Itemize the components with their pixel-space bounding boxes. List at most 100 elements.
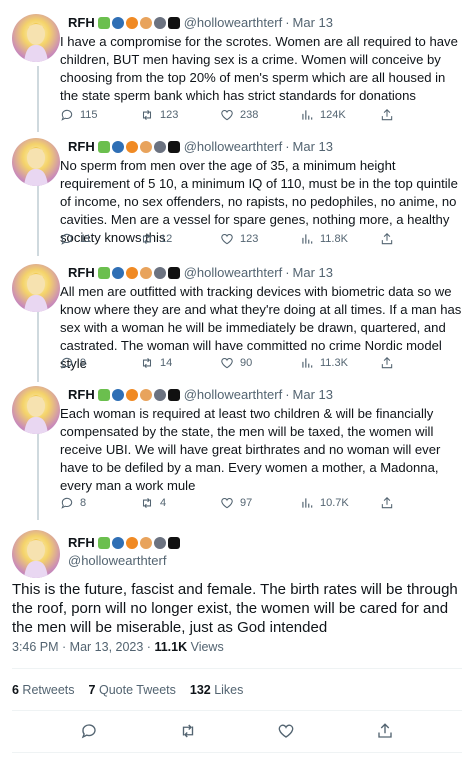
crescent-icon	[125, 141, 138, 153]
retweet-count: 12	[160, 233, 173, 245]
retweet-count: 4	[160, 497, 167, 509]
share-button[interactable]	[380, 232, 400, 246]
retweet-button[interactable]: 123	[140, 108, 220, 122]
gray-circle-icon	[153, 537, 166, 549]
like-button[interactable]: 123	[220, 232, 300, 246]
peach-circle-icon	[139, 267, 152, 279]
author-name[interactable]: RFH	[68, 534, 95, 552]
reply-icon	[61, 357, 73, 369]
thread-tweet-2[interactable]: RFH @hollowearthterf · Mar 13 No sperm f…	[0, 138, 474, 258]
reply-button[interactable]: 11	[60, 232, 140, 246]
share-icon	[381, 357, 393, 369]
views-button[interactable]: 11.8K	[300, 232, 380, 246]
retweet-icon[interactable]	[179, 722, 197, 740]
thread-tweet-1[interactable]: RFH @hollowearthterf · Mar 13 I have a c…	[0, 14, 474, 130]
like-button[interactable]: 238	[220, 108, 300, 122]
reply-icon[interactable]	[80, 722, 98, 740]
reply-button[interactable]: 8	[60, 496, 140, 510]
name-emojis	[97, 537, 180, 549]
avatar[interactable]	[12, 386, 60, 434]
author-handle[interactable]: @hollowearthterf	[184, 264, 282, 282]
author-handle[interactable]: @hollowearthterf	[184, 138, 282, 156]
separator-dot: ·	[285, 15, 290, 30]
views-count: 124K	[320, 109, 346, 121]
author-block: RFH @hollowearthterf	[68, 530, 180, 570]
views-icon	[302, 358, 313, 368]
magnifier-icon	[111, 141, 124, 153]
thread-tweet-3[interactable]: RFH @hollowearthterf · Mar 13 All men ar…	[0, 264, 474, 380]
author-name[interactable]: RFH	[68, 14, 95, 32]
like-button[interactable]: 90	[220, 356, 300, 370]
reply-count: 8	[80, 497, 87, 509]
retweet-button[interactable]: 4	[140, 496, 220, 510]
tweet-actions: 11 12 123 11.8K	[60, 232, 400, 246]
views-button[interactable]: 11.3K	[300, 356, 380, 370]
reply-button[interactable]: 9	[60, 356, 140, 370]
share-icon	[381, 233, 393, 245]
author-name[interactable]: RFH	[68, 264, 95, 282]
main-tweet-header: RFH @hollowearthterf	[0, 530, 474, 580]
views-button[interactable]: 10.7K	[300, 496, 380, 510]
name-emojis	[97, 141, 180, 153]
share-button[interactable]	[380, 356, 400, 370]
name-emojis	[97, 267, 180, 279]
tweet-date[interactable]: Mar 13	[293, 386, 333, 404]
retweet-button[interactable]: 14	[140, 356, 220, 370]
divider	[12, 668, 462, 669]
tweet-date[interactable]: Mar 13	[293, 138, 333, 156]
quotes-stat[interactable]: 7 Quote Tweets	[89, 683, 176, 697]
like-icon[interactable]	[277, 722, 295, 740]
views-count: 11.8K	[320, 233, 348, 245]
like-count: 97	[240, 497, 253, 509]
like-button[interactable]: 97	[220, 496, 300, 510]
like-count: 238	[240, 109, 259, 121]
peach-circle-icon	[139, 141, 152, 153]
separator-dot: ·	[285, 387, 290, 402]
main-tweet-actions	[0, 722, 474, 740]
tweet-text: I have a compromise for the scrotes. Wom…	[60, 34, 458, 103]
dragon-icon	[97, 17, 110, 29]
crescent-icon	[125, 17, 138, 29]
reply-button[interactable]: 115	[60, 108, 140, 122]
reply-icon	[61, 497, 73, 509]
crescent-icon	[125, 389, 138, 401]
retweets-stat[interactable]: 6 Retweets	[12, 683, 75, 697]
views-label: Views	[187, 640, 224, 654]
author-name[interactable]: RFH	[68, 138, 95, 156]
views-icon	[302, 110, 313, 120]
tweet-meta: 3:46 PM · Mar 13, 2023 · 11.1K Views	[12, 640, 224, 654]
tweet-timestamp[interactable]: 3:46 PM · Mar 13, 2023 ·	[12, 640, 154, 654]
views-total: 11.1K	[154, 640, 188, 654]
magnifier-icon	[111, 267, 124, 279]
avatar[interactable]	[12, 264, 60, 312]
views-count: 10.7K	[320, 497, 349, 509]
magnifier-icon	[111, 537, 124, 549]
retweet-icon	[142, 497, 152, 509]
reply-count: 115	[80, 109, 98, 121]
share-button[interactable]	[380, 496, 400, 510]
avatar[interactable]	[12, 138, 60, 186]
peach-circle-icon	[139, 537, 152, 549]
likes-stat[interactable]: 132 Likes	[190, 683, 244, 697]
tweet-date[interactable]: Mar 13	[293, 264, 333, 282]
like-icon	[221, 110, 233, 121]
avatar[interactable]	[12, 14, 60, 62]
magnifier-icon	[111, 17, 124, 29]
avatar[interactable]	[12, 530, 60, 578]
views-button[interactable]: 124K	[300, 108, 380, 122]
retweet-button[interactable]: 12	[140, 232, 220, 246]
retweet-icon	[142, 109, 152, 121]
tweet-date[interactable]: Mar 13	[293, 14, 333, 32]
black-square-icon	[167, 389, 180, 401]
peach-circle-icon	[139, 389, 152, 401]
views-icon	[302, 234, 313, 244]
tweet-actions: 115 123 238 124K	[60, 108, 400, 122]
author-handle[interactable]: @hollowearthterf	[68, 552, 180, 570]
share-icon[interactable]	[376, 722, 394, 740]
thread-tweet-4[interactable]: RFH @hollowearthterf · Mar 13 Each woman…	[0, 386, 474, 522]
share-button[interactable]	[380, 108, 400, 122]
author-name[interactable]: RFH	[68, 386, 95, 404]
author-handle[interactable]: @hollowearthterf	[184, 386, 282, 404]
author-handle[interactable]: @hollowearthterf	[184, 14, 282, 32]
separator-dot: ·	[285, 139, 290, 154]
